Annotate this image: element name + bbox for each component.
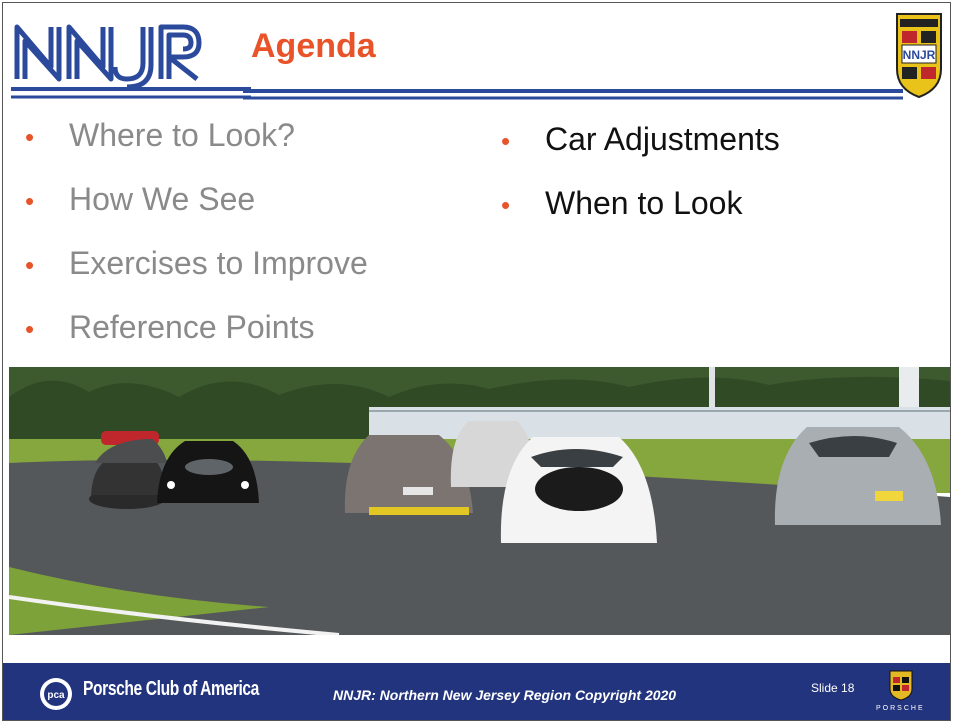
race-track-photo <box>9 367 950 635</box>
agenda-item: • Where to Look? <box>3 103 368 167</box>
bullet-icon: • <box>25 314 35 344</box>
slide-footer: pca Porsche Club of America NNJR: Northe… <box>3 663 950 720</box>
slide-frame: Agenda NNJR • Where to Look? • How We See … <box>2 2 951 721</box>
pca-badge-text: pca <box>47 690 65 701</box>
copyright-text: NNJR: Northern New Jersey Region Copyrig… <box>333 687 677 703</box>
page-title: Agenda <box>251 27 376 65</box>
bullet-icon: • <box>501 126 511 156</box>
agenda-list-left: • Where to Look? • How We See • Exercises t… <box>3 103 368 359</box>
bullet-icon: • <box>501 190 511 220</box>
nnjr-crest-icon: NNJR <box>896 13 942 99</box>
pca-name: Porsche Club of America <box>83 678 259 700</box>
bullet-icon: • <box>25 186 35 216</box>
agenda-item: • How We See <box>3 167 368 231</box>
porsche-wordmark: PORSCHE <box>876 705 925 712</box>
pca-badge-icon: pca <box>40 678 72 710</box>
agenda-item-label: Where to Look? <box>69 117 295 153</box>
agenda-item-label: Reference Points <box>69 309 315 345</box>
slide-header: Agenda NNJR <box>3 3 950 113</box>
agenda-item: • Reference Points <box>3 295 368 359</box>
agenda-item-label: Exercises to Improve <box>69 245 368 281</box>
bullet-icon: • <box>25 122 35 152</box>
header-rule <box>243 89 903 100</box>
agenda-item-label: When to Look <box>545 185 743 221</box>
porsche-crest-icon <box>889 670 913 701</box>
agenda-item-label: Car Adjustments <box>545 121 780 157</box>
nnjr-logo-icon <box>11 24 251 99</box>
agenda-item: • When to Look <box>479 171 780 235</box>
agenda-list-right: • Car Adjustments • When to Look <box>479 107 780 235</box>
slide-number: Slide 18 <box>811 681 855 695</box>
bullet-icon: • <box>25 250 35 280</box>
crest-text: NNJR <box>903 48 936 62</box>
agenda-item: • Car Adjustments <box>479 107 780 171</box>
agenda-item-label: How We See <box>69 181 256 217</box>
agenda-item: • Exercises to Improve <box>3 231 368 295</box>
